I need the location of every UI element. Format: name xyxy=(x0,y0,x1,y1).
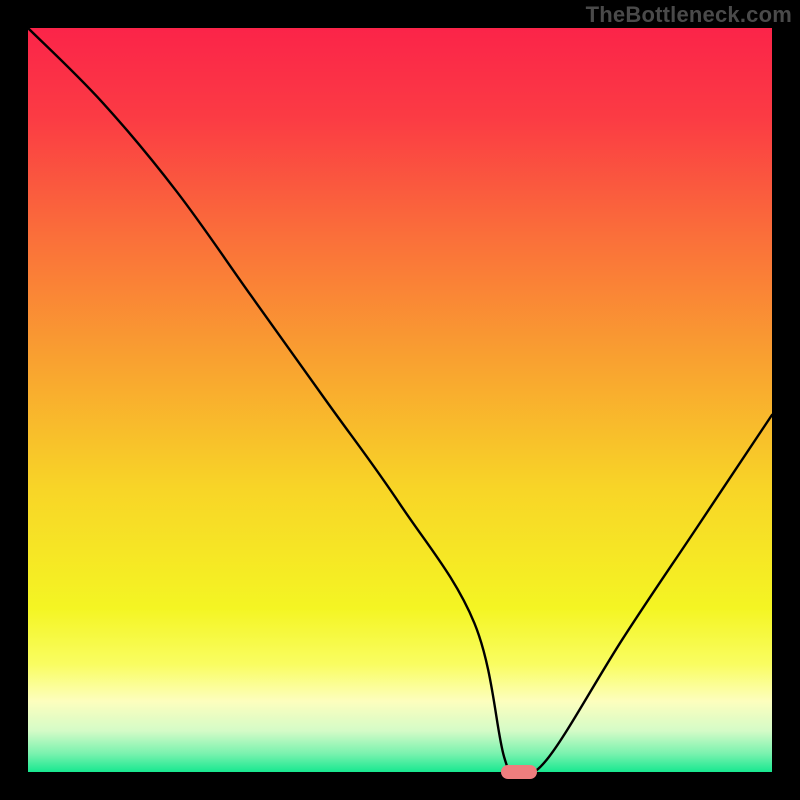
bottleneck-curve xyxy=(28,28,772,772)
plot-area xyxy=(28,28,772,772)
optimal-marker xyxy=(501,765,537,779)
attribution-label: TheBottleneck.com xyxy=(586,2,792,28)
chart-frame: TheBottleneck.com xyxy=(0,0,800,800)
